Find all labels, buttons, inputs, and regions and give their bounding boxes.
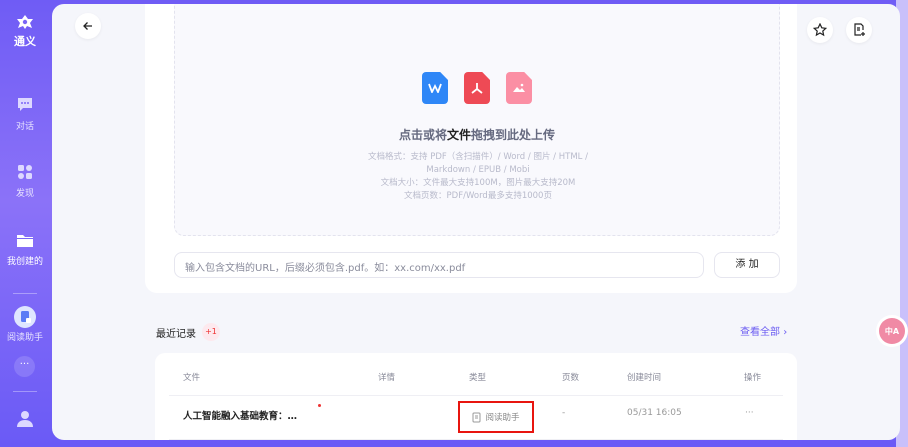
document-icon [472, 412, 481, 422]
folder-icon [17, 235, 33, 247]
upload-card: 点击或将文件拖拽到此处上传 文档格式：支持 PDF（含扫描件）/ Word / … [145, 4, 797, 293]
arrow-left-icon [83, 22, 92, 30]
sidebar-item-discover[interactable]: 发现 [0, 164, 50, 199]
sidebar-divider [13, 293, 37, 294]
reading-assistant-icon [14, 306, 36, 328]
logo[interactable]: 通义 [0, 14, 50, 49]
translate-button[interactable]: 中A [879, 318, 905, 344]
hint-size: 文档大小：文件最大支持100M，图片最大支持20M [380, 178, 576, 188]
new-dot [318, 404, 321, 407]
discover-icon [18, 165, 32, 179]
col-header: 创建时间 [627, 373, 662, 383]
tongyi-logo-icon [17, 15, 33, 29]
more-button[interactable]: ··· [14, 356, 35, 377]
export-button[interactable] [846, 17, 872, 43]
user-avatar-icon[interactable] [16, 409, 34, 427]
recent-count-badge: +1 [202, 323, 220, 341]
back-button[interactable] [75, 13, 101, 39]
document-add-icon [853, 23, 865, 36]
url-input[interactable]: 输入包含文档的URL，后缀必须包含.pdf。如：xx.com/xx.pdf [174, 252, 704, 278]
pages-cell: - [562, 408, 566, 418]
sidebar-item-label: 发现 [15, 189, 34, 199]
chevron-right-icon: › [783, 327, 788, 338]
sidebar-item-created[interactable]: 我创建的 [0, 233, 50, 267]
row-divider [169, 395, 783, 396]
sidebar-item-label: 我创建的 [6, 257, 43, 267]
add-button[interactable]: 添 加 [714, 252, 780, 278]
image-file-icon [506, 72, 532, 104]
file-name[interactable]: 人工智能融入基础教育：… [183, 408, 297, 422]
view-all-link[interactable]: 查看全部 › [740, 323, 787, 338]
drop-title: 点击或将文件拖拽到此处上传 [398, 128, 556, 142]
sidebar-item-label: 阅读助手 [6, 333, 43, 343]
sidebar-item-label: 对话 [15, 122, 34, 132]
word-file-icon [422, 72, 448, 104]
hint-pages: 文档页数：PDF/Word最多支持1000页 [404, 191, 552, 201]
recent-table: 文件 详情 类型 页数 创建时间 操作 人工智能融入基础教育：… 阅读助手 - … [155, 353, 797, 440]
pdf-file-icon [464, 72, 490, 104]
recent-header: 最近记录 +1 [156, 323, 220, 341]
recent-title: 最近记录 [156, 328, 196, 340]
logo-text: 通义 [14, 35, 36, 48]
type-cell: 阅读助手 [458, 401, 534, 433]
main-panel: 点击或将文件拖拽到此处上传 文档格式：支持 PDF（含扫描件）/ Word / … [52, 4, 900, 440]
upload-hints: 文档格式：支持 PDF（含扫描件）/ Word / 图片 / HTML / Ma… [355, 151, 601, 203]
sidebar-item-reading-assistant[interactable]: 阅读助手 [0, 306, 50, 343]
sidebar-divider [13, 391, 37, 392]
sidebar-item-chat[interactable]: 对话 [0, 97, 50, 132]
col-header: 页数 [562, 373, 580, 383]
star-icon [813, 23, 827, 37]
col-header: 详情 [378, 373, 396, 383]
created-cell: 05/31 16:05 [627, 408, 682, 418]
chat-icon [18, 98, 32, 111]
actions-button[interactable]: ··· [745, 408, 754, 418]
hint-format: 文档格式：支持 PDF（含扫描件）/ Word / 图片 / HTML / Ma… [368, 152, 588, 175]
col-header: 类型 [469, 373, 487, 383]
file-drop-zone[interactable]: 点击或将文件拖拽到此处上传 文档格式：支持 PDF（含扫描件）/ Word / … [174, 4, 780, 236]
favorite-button[interactable] [807, 17, 833, 43]
sidebar: 通义 对话 发现 我创建的 阅读助手 ··· [0, 0, 50, 447]
col-header: 操作 [744, 373, 762, 383]
row-divider [169, 439, 783, 440]
col-header: 文件 [183, 373, 201, 383]
